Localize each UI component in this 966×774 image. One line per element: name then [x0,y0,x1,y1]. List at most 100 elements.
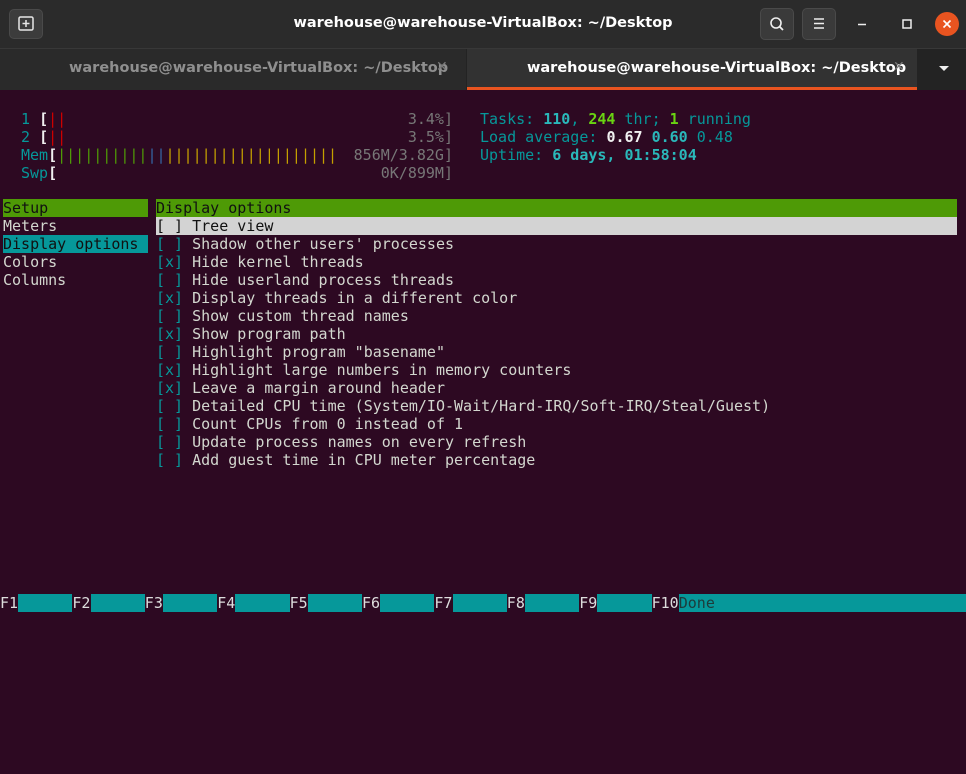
fkey-f2[interactable]: F2 [72,594,90,612]
option-label: Highlight program "basename" [192,343,445,361]
option-row[interactable]: [x] Hide kernel threads [156,253,364,271]
option-checkbox[interactable]: [ ] [156,271,183,289]
cpu1-meter: 1 [|| [21,110,67,128]
cpu1-value: 3.4%] [407,110,453,128]
option-row[interactable]: [ ] Count CPUs from 0 instead of 1 [156,415,463,433]
search-button[interactable] [760,8,794,40]
tab-bar: warehouse@warehouse-VirtualBox: ~/Deskto… [0,48,966,90]
fkey-f7[interactable]: F7 [434,594,452,612]
option-label: Show custom thread names [192,307,409,325]
option-checkbox[interactable]: [x] [156,289,183,307]
tab-label: warehouse@warehouse-VirtualBox: ~/Deskto… [69,60,449,76]
tab-label: warehouse@warehouse-VirtualBox: ~/Deskto… [527,60,907,76]
option-label: Leave a margin around header [192,379,445,397]
minimize-button[interactable] [850,12,874,36]
fkey-f10[interactable]: F10 [652,594,679,612]
option-label: Update process names on every refresh [192,433,527,451]
option-row[interactable]: [x] Highlight large numbers in memory co… [156,361,571,379]
cpu1-bar: || [48,110,67,128]
option-row[interactable]: [x] Display threads in a different color [156,289,517,307]
uptime-line: Uptime: 6 days, 01:58:04 [480,146,697,164]
fkey-f10-label[interactable]: Done [678,594,966,612]
option-row[interactable]: [ ] Highlight program "basename" [156,343,445,361]
fkey-f1-label[interactable] [18,594,73,612]
option-label: Display threads in a different color [192,289,518,307]
swp-value: 0K/899M] [380,164,453,182]
maximize-icon [902,19,912,29]
option-checkbox[interactable]: [ ] [156,343,183,361]
fkey-f6[interactable]: F6 [362,594,380,612]
fkey-f9-label[interactable] [597,594,652,612]
setup-header: Setup [3,199,148,217]
option-row[interactable]: [ ] Shadow other users' processes [156,235,454,253]
option-checkbox[interactable]: [ ] [156,451,183,469]
fkey-f4-label[interactable] [235,594,290,612]
option-checkbox[interactable]: [ ] [156,307,183,325]
chevron-down-icon [939,66,949,71]
option-row[interactable]: [ ] Hide userland process threads [156,271,454,289]
option-checkbox[interactable]: [x] [156,253,183,271]
option-row[interactable]: [ ] Detailed CPU time (System/IO-Wait/Ha… [156,397,770,415]
hamburger-icon [814,18,824,29]
close-button[interactable] [935,12,959,36]
maximize-button[interactable] [895,12,919,36]
fkey-f4[interactable]: F4 [217,594,235,612]
fkey-f1[interactable]: F1 [0,594,18,612]
load-line: Load average: 0.67 0.60 0.48 [480,128,733,146]
setup-item-colors[interactable]: Colors [3,253,57,271]
option-checkbox[interactable]: [x] [156,325,183,343]
mem-meter: Mem[||||||||||||||||||||||||||||||| [21,146,338,164]
option-checkbox[interactable]: [ ] [156,397,183,415]
tab-dropdown-button[interactable] [937,63,951,79]
fkey-f5-label[interactable] [307,594,362,612]
option-row[interactable]: [x] Leave a margin around header [156,379,445,397]
option-row[interactable]: [x] Show program path [156,325,346,343]
minimize-icon [858,23,866,26]
option-checkbox[interactable]: [ ] [156,415,183,433]
fkey-f5[interactable]: F5 [290,594,308,612]
option-row[interactable]: [ ] Add guest time in CPU meter percenta… [156,451,535,469]
option-label: Count CPUs from 0 instead of 1 [192,415,464,433]
search-icon [770,17,784,31]
fkey-f7-label[interactable] [452,594,507,612]
option-label: Show program path [192,325,346,343]
option-label: Tree view [192,217,274,235]
tab-2[interactable]: warehouse@warehouse-VirtualBox: ~/Deskto… [467,49,917,90]
option-checkbox[interactable]: [x] [156,361,183,379]
fkey-f8[interactable]: F8 [507,594,525,612]
option-row[interactable]: [ ] Update process names on every refres… [156,433,526,451]
swp-meter: Swp[ [21,164,58,182]
setup-item-columns[interactable]: Columns [3,271,66,289]
option-label: Hide userland process threads [192,271,455,289]
mem-bar: ||||||||||||||||||||||||||||||| [57,146,338,164]
fkey-f3[interactable]: F3 [145,594,163,612]
window-titlebar: warehouse@warehouse-VirtualBox: ~/Deskto… [0,0,966,48]
close-icon [942,19,952,29]
option-checkbox[interactable]: [x] [156,379,183,397]
cpu2-bar: || [48,128,67,146]
option-checkbox[interactable]: [ ] [156,235,183,253]
setup-item-display-options[interactable]: Display options [3,235,148,253]
tab-close-icon[interactable]: ✕ [893,59,905,75]
fkey-f9[interactable]: F9 [579,594,597,612]
option-label: Highlight large numbers in memory counte… [192,361,572,379]
menu-button[interactable] [802,8,836,40]
tab-1[interactable]: warehouse@warehouse-VirtualBox: ~/Deskto… [0,49,466,90]
option-row[interactable]: [ ] Tree view [156,217,957,235]
setup-item-meters[interactable]: Meters [3,217,57,235]
tab-close-icon[interactable]: ✕ [436,59,448,75]
fkey-f3-label[interactable] [162,594,218,612]
terminal-area[interactable]: 1 [|| 3.4%] 2 [|| 3.5%] Mem[||||||||||||… [0,90,966,612]
option-label: Detailed CPU time (System/IO-Wait/Hard-I… [192,397,771,415]
option-label: Add guest time in CPU meter percentage [192,451,536,469]
fkey-f6-label[interactable] [380,594,435,612]
tasks-line: Tasks: 110, 244 thr; 1 running [480,110,751,128]
display-options-header: Display options [156,199,957,217]
option-checkbox[interactable]: [ ] [156,433,183,451]
fkey-f8-label[interactable] [524,594,580,612]
option-label: Hide kernel threads [192,253,364,271]
option-label: Shadow other users' processes [192,235,455,253]
option-row[interactable]: [ ] Show custom thread names [156,307,409,325]
fkey-f2-label[interactable] [90,594,145,612]
option-checkbox[interactable]: [ ] [156,217,183,235]
